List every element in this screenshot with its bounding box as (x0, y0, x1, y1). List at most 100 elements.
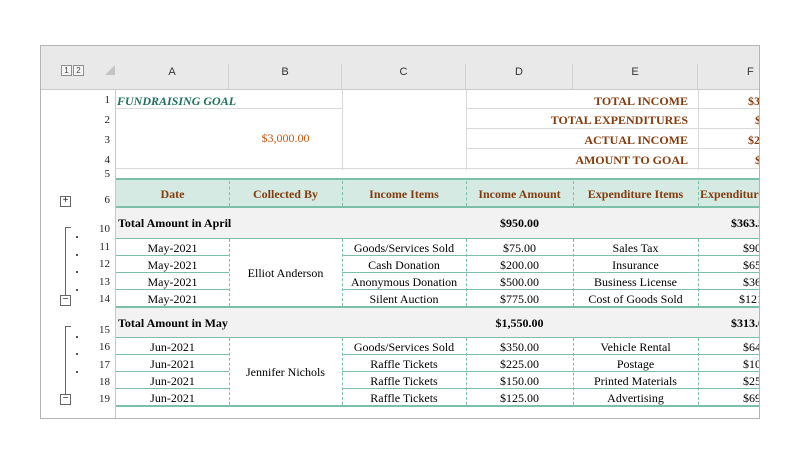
table-cell-date[interactable]: May-2021 (116, 275, 229, 290)
table-cell-date[interactable]: Jun-2021 (116, 391, 229, 406)
table-cell-expenditure-item[interactable]: Cost of Goods Sold (573, 292, 698, 307)
fundraising-goal-title: FUNDRAISING GOAL (117, 94, 237, 108)
row-header-16[interactable]: 16 (85, 341, 116, 353)
group-bracket-april (65, 227, 66, 296)
table-cell-expenditure[interactable]: $69.5 (743, 391, 759, 406)
row-header-12[interactable]: 12 (85, 258, 116, 270)
row-header-2[interactable]: 2 (85, 114, 116, 126)
table-cell-income-item[interactable]: Raffle Tickets (342, 391, 466, 406)
table-cell-expenditure-item[interactable]: Advertising (573, 391, 698, 406)
total-expenditures-label: TOTAL EXPENDITURES (550, 113, 688, 127)
header-date[interactable]: Date (116, 187, 229, 202)
column-header-c[interactable]: C (342, 64, 466, 90)
total-expenditures-value[interactable]: $ (755, 113, 759, 128)
gridline (466, 148, 759, 149)
fundraising-goal-value[interactable]: $3,000.00 (229, 131, 342, 146)
outline-level-2-button[interactable]: 2 (73, 65, 84, 76)
table-cell-income-amount[interactable]: $200.00 (466, 258, 573, 273)
column-header-f[interactable]: F (698, 64, 759, 90)
april-total-income[interactable]: $950.00 (466, 216, 573, 231)
row-divider (116, 238, 759, 239)
table-cell-income-amount[interactable]: $350.00 (466, 340, 573, 355)
row-header-15[interactable]: 15 (85, 324, 116, 336)
outline-level-1-button[interactable]: 1 (61, 65, 72, 76)
table-cell-expenditure[interactable]: $25.5 (743, 374, 759, 389)
actual-income-value[interactable]: $2 (748, 133, 759, 148)
table-cell-date[interactable]: Jun-2021 (116, 340, 229, 355)
row-header-17[interactable]: 17 (85, 359, 116, 371)
spreadsheet[interactable]: 1 2 A B C D E F 1 2 3 4 5 6 10 11 12 13 … (40, 45, 760, 419)
outline-dot (76, 289, 78, 291)
table-cell-income-amount[interactable]: $775.00 (466, 292, 573, 307)
collected-by-cell[interactable]: Elliot Anderson (229, 266, 342, 281)
outline-dot (76, 353, 78, 355)
collapse-may-group-button[interactable]: − (60, 394, 71, 405)
row-header-11[interactable]: 11 (85, 241, 116, 253)
table-cell-expenditure-item[interactable]: Business License (573, 275, 698, 290)
row-header-1[interactable]: 1 (85, 94, 116, 106)
table-cell-expenditure-item[interactable]: Postage (573, 357, 698, 372)
table-cell-expenditure[interactable]: $36.2 (743, 275, 759, 290)
table-cell-date[interactable]: Jun-2021 (116, 357, 229, 372)
row-header-10[interactable]: 10 (85, 223, 116, 235)
table-cell-income-item[interactable]: Raffle Tickets (342, 357, 466, 372)
table-cell-income-amount[interactable]: $125.00 (466, 391, 573, 406)
table-cell-date[interactable]: May-2021 (116, 258, 229, 273)
table-cell-income-amount[interactable]: $500.00 (466, 275, 573, 290)
expand-group-button[interactable]: + (60, 196, 71, 207)
row-header-13[interactable]: 13 (85, 276, 116, 288)
table-cell-income-amount[interactable]: $150.00 (466, 374, 573, 389)
column-header-a[interactable]: A (116, 64, 229, 90)
table-cell-income-amount[interactable]: $75.00 (466, 241, 573, 256)
column-header-d[interactable]: D (466, 64, 573, 90)
row-header-18[interactable]: 18 (85, 376, 116, 388)
row-header-3[interactable]: 3 (85, 134, 116, 146)
may-total-label[interactable]: Total Amount in May (118, 316, 228, 331)
april-total-expenditure[interactable]: $363.5 (731, 216, 759, 231)
table-cell-expenditure-item[interactable]: Printed Materials (573, 374, 698, 389)
table-cell-date[interactable]: May-2021 (116, 241, 229, 256)
column-header-e[interactable]: E (573, 64, 698, 90)
amount-to-goal-value[interactable]: $ (755, 153, 759, 168)
total-income-value[interactable]: $3 (748, 94, 759, 109)
table-cell-date[interactable]: Jun-2021 (116, 374, 229, 389)
table-cell-expenditure[interactable]: $64.0 (743, 340, 759, 355)
table-cell-expenditure-item[interactable]: Insurance (573, 258, 698, 273)
total-income-label: TOTAL INCOME (594, 94, 688, 108)
select-all-corner-icon[interactable] (105, 65, 115, 75)
outline-dot (76, 254, 78, 256)
collapse-april-group-button[interactable]: − (60, 295, 71, 306)
dashed-divider (698, 239, 699, 306)
row-header-4[interactable]: 4 (85, 154, 116, 166)
header-income-items[interactable]: Income Items (342, 187, 466, 202)
header-expenditure-items[interactable]: Expenditure Items (573, 187, 698, 202)
april-total-label[interactable]: Total Amount in April (118, 216, 231, 231)
table-cell-expenditure-item[interactable]: Vehicle Rental (573, 340, 698, 355)
table-cell-income-amount[interactable]: $225.00 (466, 357, 573, 372)
row-header-5[interactable]: 5 (85, 168, 116, 180)
table-cell-expenditure[interactable]: $65.9 (743, 258, 759, 273)
table-cell-date[interactable]: May-2021 (116, 292, 229, 307)
header-expenditure[interactable]: Expenditure (698, 187, 759, 202)
table-cell-expenditure[interactable]: $90.0 (743, 241, 759, 256)
table-cell-income-item[interactable]: Raffle Tickets (342, 374, 466, 389)
table-cell-income-item[interactable]: Goods/Services Sold (342, 241, 466, 256)
header-collected-by[interactable]: Collected By (229, 187, 342, 202)
table-cell-income-item[interactable]: Anonymous Donation (342, 275, 466, 290)
collected-by-cell[interactable]: Jennifer Nichols (229, 365, 342, 380)
table-cell-expenditure[interactable]: $121.1 (739, 292, 759, 307)
row-header-6[interactable]: 6 (85, 194, 116, 206)
table-cell-expenditure[interactable]: $10.5 (743, 357, 759, 372)
may-total-expenditure[interactable]: $313.0 (731, 316, 759, 331)
outline-dot (76, 371, 78, 373)
table-cell-expenditure-item[interactable]: Sales Tax (573, 241, 698, 256)
outline-dot (76, 271, 78, 273)
row-header-19[interactable]: 19 (85, 393, 116, 405)
may-total-income[interactable]: $1,550.00 (466, 316, 573, 331)
header-income-amount[interactable]: Income Amount (466, 187, 573, 202)
row-header-14[interactable]: 14 (85, 293, 116, 305)
table-cell-income-item[interactable]: Silent Auction (342, 292, 466, 307)
table-cell-income-item[interactable]: Goods/Services Sold (342, 340, 466, 355)
column-header-b[interactable]: B (229, 64, 342, 90)
table-cell-income-item[interactable]: Cash Donation (342, 258, 466, 273)
